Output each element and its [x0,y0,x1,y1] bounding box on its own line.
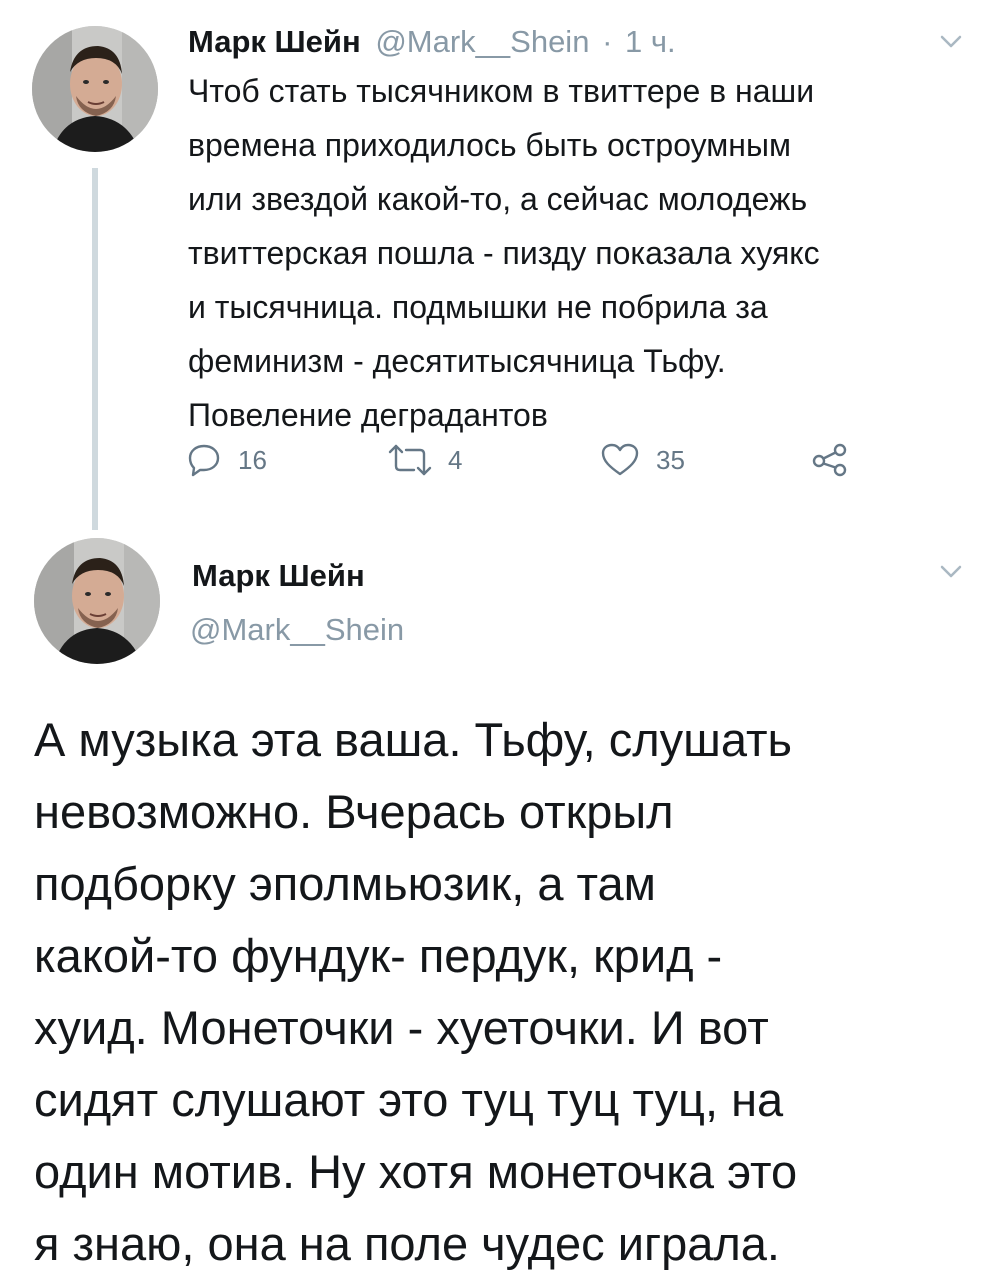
retweet-button[interactable]: 4 [388,438,462,482]
share-button[interactable] [810,438,850,482]
tweet-text-line: твиттерская пошла - пизду показала хуякс [188,235,820,271]
tweet-text-line: невозможно. Вчерась открыл [34,785,674,838]
tweet-text-line: Чтоб стать тысячником в твиттере в наши [188,73,815,109]
tweet-text-line: А музыка эта ваша. Тьфу, слушать [34,713,792,766]
tweet-text-line: подборку эполмьюзик, а там [34,857,656,910]
like-count: 35 [656,444,685,475]
chevron-down-icon[interactable] [940,565,962,579]
avatar[interactable] [34,538,160,664]
like-button[interactable]: 35 [600,438,685,482]
reply-button[interactable]: 16 [186,438,267,482]
tweet-text-line: я знаю, она на поле чудес играла. [34,1217,780,1270]
retweet-count: 4 [448,444,463,475]
chevron-down-icon[interactable] [940,35,962,49]
share-icon [812,443,847,477]
author-name[interactable]: Марк Шейн [192,556,365,596]
tweet-text-line: феминизм - десятитысячница Тьфу. [188,343,726,379]
tweet-text-line: времена приходилось быть остроумным [188,127,791,163]
tweet-text-line: сидят слушают это туц туц туц, на [34,1073,784,1126]
author-handle[interactable]: @Mark__Shein [190,610,404,650]
tweet-text-line: какой-то фундук- пердук, крид - [34,929,723,982]
tweet-text-line: или звездой какой-то, а сейчас молодежь [188,181,808,217]
author-handle[interactable]: @Mark__Shein [375,24,589,59]
reply-count: 16 [238,444,267,475]
tweet-text: А музыка эта ваша. Тьфу, слушать невозмо… [34,704,974,1280]
tweet-time[interactable]: 1 ч. [625,24,676,59]
tweet-text: Чтоб стать тысячником в твиттере в наши … [188,64,968,442]
tweet-text-line: и тысячница. подмышки не побрила за [188,289,768,325]
avatar-photo [32,26,158,152]
author-name[interactable]: Марк Шейн [188,24,361,59]
tweet-header: Марк Шейн @Mark__Shein · 1 ч. [188,22,676,62]
tweet-text-line: Повеление деградантов [188,397,548,433]
tweet-text-line: один мотив. Ну хотя монеточка это [34,1145,798,1198]
separator-dot: · [602,24,613,59]
tweet-text-line: хуид. Монеточки - хуеточки. И вот [34,1001,769,1054]
like-icon [601,443,639,476]
reply-icon [188,444,220,477]
avatar-photo [34,538,160,664]
avatar[interactable] [32,26,158,152]
retweet-icon [388,444,432,476]
thread-line [92,168,98,530]
